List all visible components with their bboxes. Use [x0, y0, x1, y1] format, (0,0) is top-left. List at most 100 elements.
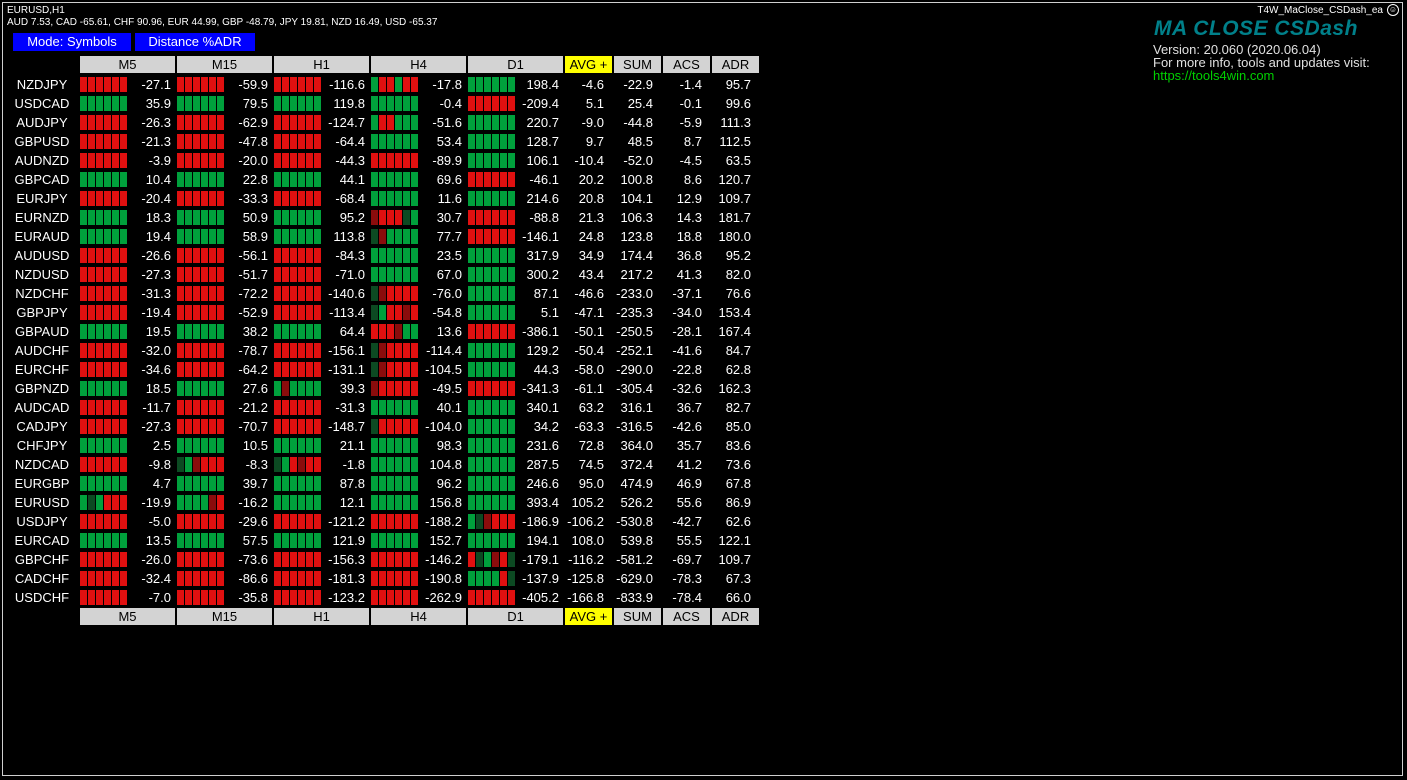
symbol-label[interactable]: USDCAD — [10, 94, 74, 113]
header-h4[interactable]: H4 — [371, 56, 466, 73]
header-h1[interactable]: H1 — [274, 56, 369, 73]
avg-value: 105.2 — [571, 495, 604, 510]
symbol-label[interactable]: CADJPY — [10, 417, 74, 436]
symbol-label[interactable]: GBPCHF — [10, 550, 74, 569]
header-adr-bottom[interactable]: ADR — [712, 608, 759, 625]
ma-cell — [217, 134, 224, 149]
symbol-label[interactable]: GBPCAD — [10, 170, 74, 189]
ma-cell — [104, 286, 111, 301]
ma-cell — [468, 324, 475, 339]
sum-value: 174.4 — [620, 248, 653, 263]
symbol-label[interactable]: NZDUSD — [10, 265, 74, 284]
header-m15[interactable]: M15 — [177, 56, 272, 73]
symbol-label[interactable]: AUDCAD — [10, 398, 74, 417]
acs-value: 8.7 — [683, 134, 702, 149]
distance-value-m15: 58.9 — [242, 229, 268, 244]
ma-cell — [274, 438, 281, 453]
ma-cells-m5 — [80, 324, 128, 339]
distance-value-m5: -11.7 — [142, 400, 171, 415]
ma-cell — [395, 191, 402, 206]
ma-cell — [395, 305, 402, 320]
ma-cell — [492, 533, 499, 548]
distance-value-m5: -32.4 — [141, 571, 171, 586]
symbol-label[interactable]: EURCAD — [10, 531, 74, 550]
mode-symbols-button[interactable]: Mode: Symbols — [13, 33, 131, 51]
ma-cell — [379, 590, 386, 605]
sum-value: 526.2 — [620, 495, 653, 510]
ma-cell — [290, 229, 297, 244]
symbol-label[interactable]: CHFJPY — [10, 436, 74, 455]
symbol-label[interactable]: EURAUD — [10, 227, 74, 246]
symbol-label[interactable]: EURNZD — [10, 208, 74, 227]
symbol-label[interactable]: AUDJPY — [10, 113, 74, 132]
header-d1[interactable]: D1 — [468, 56, 563, 73]
header-avg-bottom[interactable]: AVG + — [565, 608, 612, 625]
header-sum[interactable]: SUM — [614, 56, 661, 73]
header-adr[interactable]: ADR — [712, 56, 759, 73]
avg-value: -61.1 — [574, 381, 604, 396]
symbol-label[interactable]: EURGBP — [10, 474, 74, 493]
ma-cell — [193, 571, 200, 586]
symbol-label[interactable]: EURUSD — [10, 493, 74, 512]
ma-cell — [201, 210, 208, 225]
ma-cell — [209, 381, 216, 396]
header-sum-bottom[interactable]: SUM — [614, 608, 661, 625]
symbol-label[interactable]: GBPAUD — [10, 322, 74, 341]
header-acs[interactable]: ACS — [663, 56, 710, 73]
ma-cell — [306, 96, 313, 111]
symbol-label[interactable]: EURJPY — [10, 189, 74, 208]
symbol-label[interactable]: USDCHF — [10, 588, 74, 607]
header-m5[interactable]: M5 — [80, 56, 175, 73]
avg-value: -50.4 — [574, 343, 604, 358]
ma-cells-m15 — [177, 191, 225, 206]
ma-cells-h1 — [274, 495, 322, 510]
ma-cell — [185, 172, 192, 187]
ma-cell — [395, 210, 402, 225]
ma-cell — [387, 457, 394, 472]
header-m5-bottom[interactable]: M5 — [80, 608, 175, 625]
header-acs-bottom[interactable]: ACS — [663, 608, 710, 625]
ma-cell — [112, 305, 119, 320]
header-h4-bottom[interactable]: H4 — [371, 608, 466, 625]
ma-cell — [468, 533, 475, 548]
ma-cell — [88, 191, 95, 206]
ma-cells-m5 — [80, 229, 128, 244]
ma-cell — [193, 381, 200, 396]
ma-cells-h1 — [274, 381, 322, 396]
distance-adr-button[interactable]: Distance %ADR — [135, 33, 255, 51]
ma-cell — [193, 552, 200, 567]
header-d1-bottom[interactable]: D1 — [468, 608, 563, 625]
ma-cell — [468, 552, 475, 567]
symbol-label[interactable]: AUDCHF — [10, 341, 74, 360]
symbol-label[interactable]: CADCHF — [10, 569, 74, 588]
ma-cell — [395, 438, 402, 453]
ma-cells-m15 — [177, 229, 225, 244]
distance-value-m5: 18.5 — [145, 381, 171, 396]
ma-cells-m5 — [80, 457, 128, 472]
header-m15-bottom[interactable]: M15 — [177, 608, 272, 625]
symbol-label[interactable]: AUDNZD — [10, 151, 74, 170]
symbol-label[interactable]: GBPNZD — [10, 379, 74, 398]
header-avg[interactable]: AVG + — [565, 56, 612, 73]
ma-cells-m5 — [80, 210, 128, 225]
ma-cell — [177, 362, 184, 377]
ma-cells-m15 — [177, 381, 225, 396]
ma-cell — [112, 210, 119, 225]
ma-cell — [306, 438, 313, 453]
symbol-label[interactable]: NZDJPY — [10, 75, 74, 94]
symbol-label[interactable]: GBPJPY — [10, 303, 74, 322]
symbol-label[interactable]: NZDCHF — [10, 284, 74, 303]
header-h1-bottom[interactable]: H1 — [274, 608, 369, 625]
ma-cell — [88, 229, 95, 244]
ma-cell — [379, 495, 386, 510]
ma-cell — [403, 210, 410, 225]
symbol-label[interactable]: AUDUSD — [10, 246, 74, 265]
ma-cell — [508, 438, 515, 453]
symbol-label[interactable]: NZDCAD — [10, 455, 74, 474]
symbol-label[interactable]: EURCHF — [10, 360, 74, 379]
website-link[interactable]: https://tools4win.com — [1153, 69, 1274, 83]
symbol-label[interactable]: USDJPY — [10, 512, 74, 531]
symbol-label[interactable]: GBPUSD — [10, 132, 74, 151]
ma-cell — [274, 343, 281, 358]
ma-cell — [274, 324, 281, 339]
